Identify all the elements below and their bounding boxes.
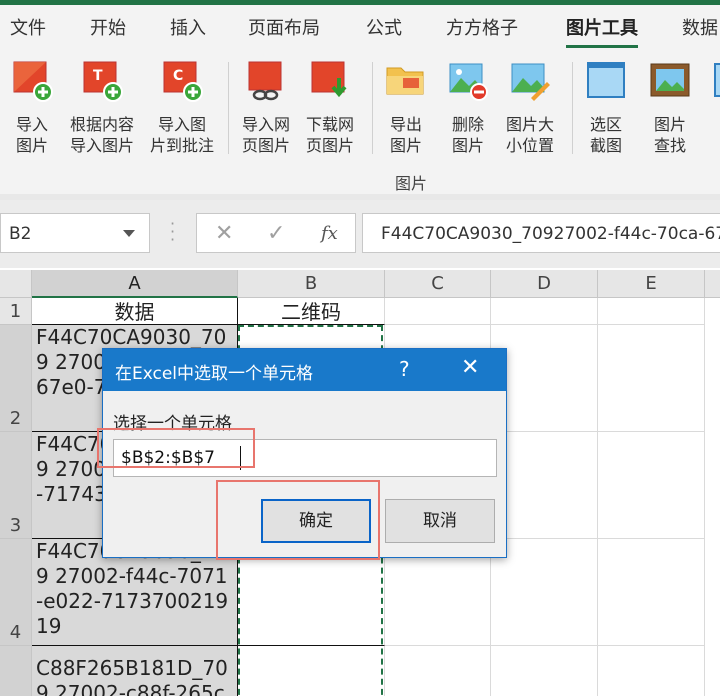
import-to-comment-button[interactable]: C 导入图片到批注 (142, 56, 222, 160)
delete-picture-icon (449, 63, 488, 101)
import-by-content-icon: T (83, 61, 123, 102)
svg-text:T: T (93, 68, 103, 84)
import-to-comment-label-2: 片到批注 (149, 136, 214, 155)
import-to-comment-icon: C (163, 61, 203, 102)
import-by-content-button[interactable]: T 根据内容导入图片 (62, 56, 142, 160)
column-header-d[interactable]: D (491, 270, 598, 298)
row-header-4[interactable]: 4 (0, 539, 32, 646)
import-picture-icon (13, 61, 53, 102)
cell-d2[interactable] (491, 325, 598, 432)
column-header-b[interactable]: B (238, 270, 385, 298)
picture-size-icon (511, 63, 550, 101)
picture-frame-icon (650, 63, 690, 97)
download-web-picture-label-1: 下载网 (305, 115, 354, 134)
row-header-3[interactable]: 3 (0, 432, 32, 539)
ribbon-tab-bar: 文件 开始 插入 页面布局 公式 方方格子 图片工具 数据 (0, 5, 720, 48)
grip-dots-icon: · · · (170, 214, 175, 249)
insert-function-icon[interactable]: fx (321, 223, 338, 244)
cell-d3[interactable] (491, 432, 598, 539)
dialog-title: 在Excel中选取一个单元格 (115, 364, 314, 384)
import-to-comment-label-1: 导入图 (157, 115, 206, 134)
row-header-5[interactable] (0, 646, 32, 696)
cell-e4[interactable] (598, 539, 705, 646)
name-box[interactable]: B2 (0, 213, 150, 253)
enter-formula-icon[interactable]: ✓ (267, 221, 285, 246)
annotation-highlight-ok (216, 480, 380, 560)
folder-icon (386, 67, 424, 95)
column-header-a[interactable]: A (32, 270, 238, 298)
cell-a1[interactable]: 数据 (32, 298, 238, 325)
formula-bar: B2 · · · ✕ ✓ fx F44C70CA9030_70927002-f44c… (0, 200, 720, 268)
tab-file[interactable]: 文件 (10, 14, 46, 40)
import-by-content-label-1: 根据内容 (69, 115, 134, 134)
tab-fangfang[interactable]: 方方格子 (446, 14, 518, 40)
dialog-title-bar[interactable]: 在Excel中选取一个单元格 ? ✕ (103, 349, 506, 391)
picture-size-label-1: 图片大 (505, 115, 554, 134)
cell-d4[interactable] (491, 539, 598, 646)
cell-e3[interactable] (598, 432, 705, 539)
tab-insert[interactable]: 插入 (170, 14, 206, 40)
tab-formulas[interactable]: 公式 (366, 14, 402, 40)
import-web-picture-icon (248, 61, 282, 101)
cell-b1[interactable]: 二维码 (238, 298, 385, 325)
formula-value: F44C70CA9030_70927002-f44c-70ca-67 (381, 224, 720, 244)
ribbon-panel: 导入 图片 T 根据内容 导入图片 C 导入图 片到批注 导入网 页图片 下载网… (0, 48, 720, 200)
cell-a5[interactable]: C88F265B181D_709 27002-c88f-265c (32, 646, 238, 696)
download-web-picture-button[interactable]: 下载网 页图片 (290, 56, 370, 160)
tab-picture-tools[interactable]: 图片工具 (566, 14, 638, 40)
formula-input[interactable]: F44C70CA9030_70927002-f44c-70ca-67 (362, 213, 720, 253)
row-number: 1 (9, 301, 22, 322)
row-number: 4 (9, 622, 22, 643)
cell-e2[interactable] (598, 325, 705, 432)
cell-c1[interactable] (385, 298, 491, 325)
annotation-highlight-input (97, 428, 255, 468)
import-by-content-label-2: 导入图片 (69, 136, 134, 155)
cell-d1[interactable] (491, 298, 598, 325)
download-web-picture-icon (311, 61, 347, 98)
column-header-c[interactable]: C (385, 270, 491, 298)
cell-c5[interactable] (385, 646, 491, 696)
tab-home[interactable]: 开始 (90, 14, 126, 40)
picture-extra-label-2: 网 (694, 135, 720, 156)
picture-size-label-2: 小位置 (505, 136, 554, 155)
cell-d5[interactable] (491, 646, 598, 696)
help-icon[interactable]: ? (399, 357, 410, 381)
close-icon[interactable]: ✕ (461, 355, 479, 380)
ribbon-group-label: 图片 (395, 174, 428, 193)
tab-data[interactable]: 数据 (682, 14, 718, 40)
tab-page-layout[interactable]: 页面布局 (248, 14, 320, 40)
row-header-2[interactable]: 2 (0, 325, 32, 432)
cancel-formula-icon[interactable]: ✕ (215, 221, 233, 246)
download-web-picture-label-2: 页图片 (305, 136, 354, 155)
cell-e1[interactable] (598, 298, 705, 325)
picture-extra-button[interactable]: 图网 (694, 56, 720, 160)
column-header-f[interactable] (705, 270, 720, 298)
row-header-1[interactable]: 1 (0, 298, 32, 325)
column-header-e[interactable]: E (598, 270, 705, 298)
picture-extra-label-1: 图 (694, 114, 720, 135)
name-box-value: B2 (9, 224, 32, 244)
chevron-down-icon[interactable] (123, 230, 135, 237)
cell-e5[interactable] (598, 646, 705, 696)
formula-buttons: ✕ ✓ fx (196, 213, 356, 253)
picture-extra-icon (714, 63, 720, 97)
svg-text:C: C (173, 68, 183, 84)
select-all-corner[interactable] (0, 270, 32, 298)
cancel-button[interactable]: 取消 (385, 499, 495, 543)
row-number: 2 (9, 408, 22, 429)
screenshot-icon (587, 62, 625, 98)
picture-size-position-button[interactable]: 图片大 小位置 (490, 56, 570, 160)
row-number: 3 (9, 515, 22, 536)
